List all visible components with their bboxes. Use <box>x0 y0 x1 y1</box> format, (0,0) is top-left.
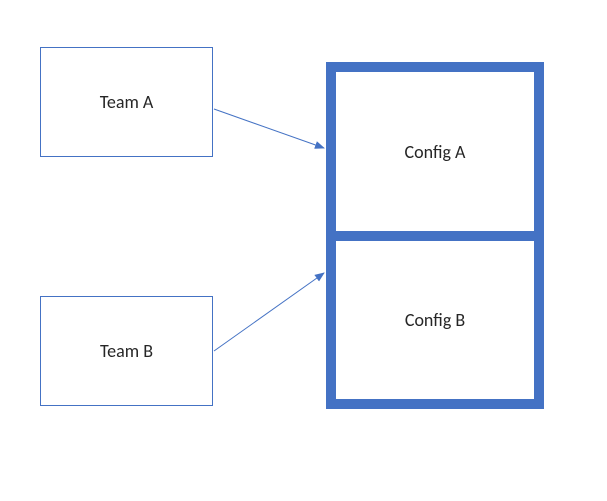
edge-team-a-to-config-a <box>214 109 324 148</box>
node-config-b: Config B <box>336 241 534 399</box>
node-config-b-label: Config B <box>405 309 465 331</box>
node-config-a-label: Config A <box>405 141 466 163</box>
config-divider <box>336 231 534 241</box>
node-config-a: Config A <box>336 72 534 231</box>
edge-team-b-to-config-a <box>214 273 324 351</box>
node-team-b: Team B <box>40 296 213 406</box>
node-team-a-label: Team A <box>100 91 154 113</box>
node-team-b-label: Team B <box>100 340 153 362</box>
config-container: Config A Config B <box>326 62 544 409</box>
node-team-a: Team A <box>40 47 213 157</box>
